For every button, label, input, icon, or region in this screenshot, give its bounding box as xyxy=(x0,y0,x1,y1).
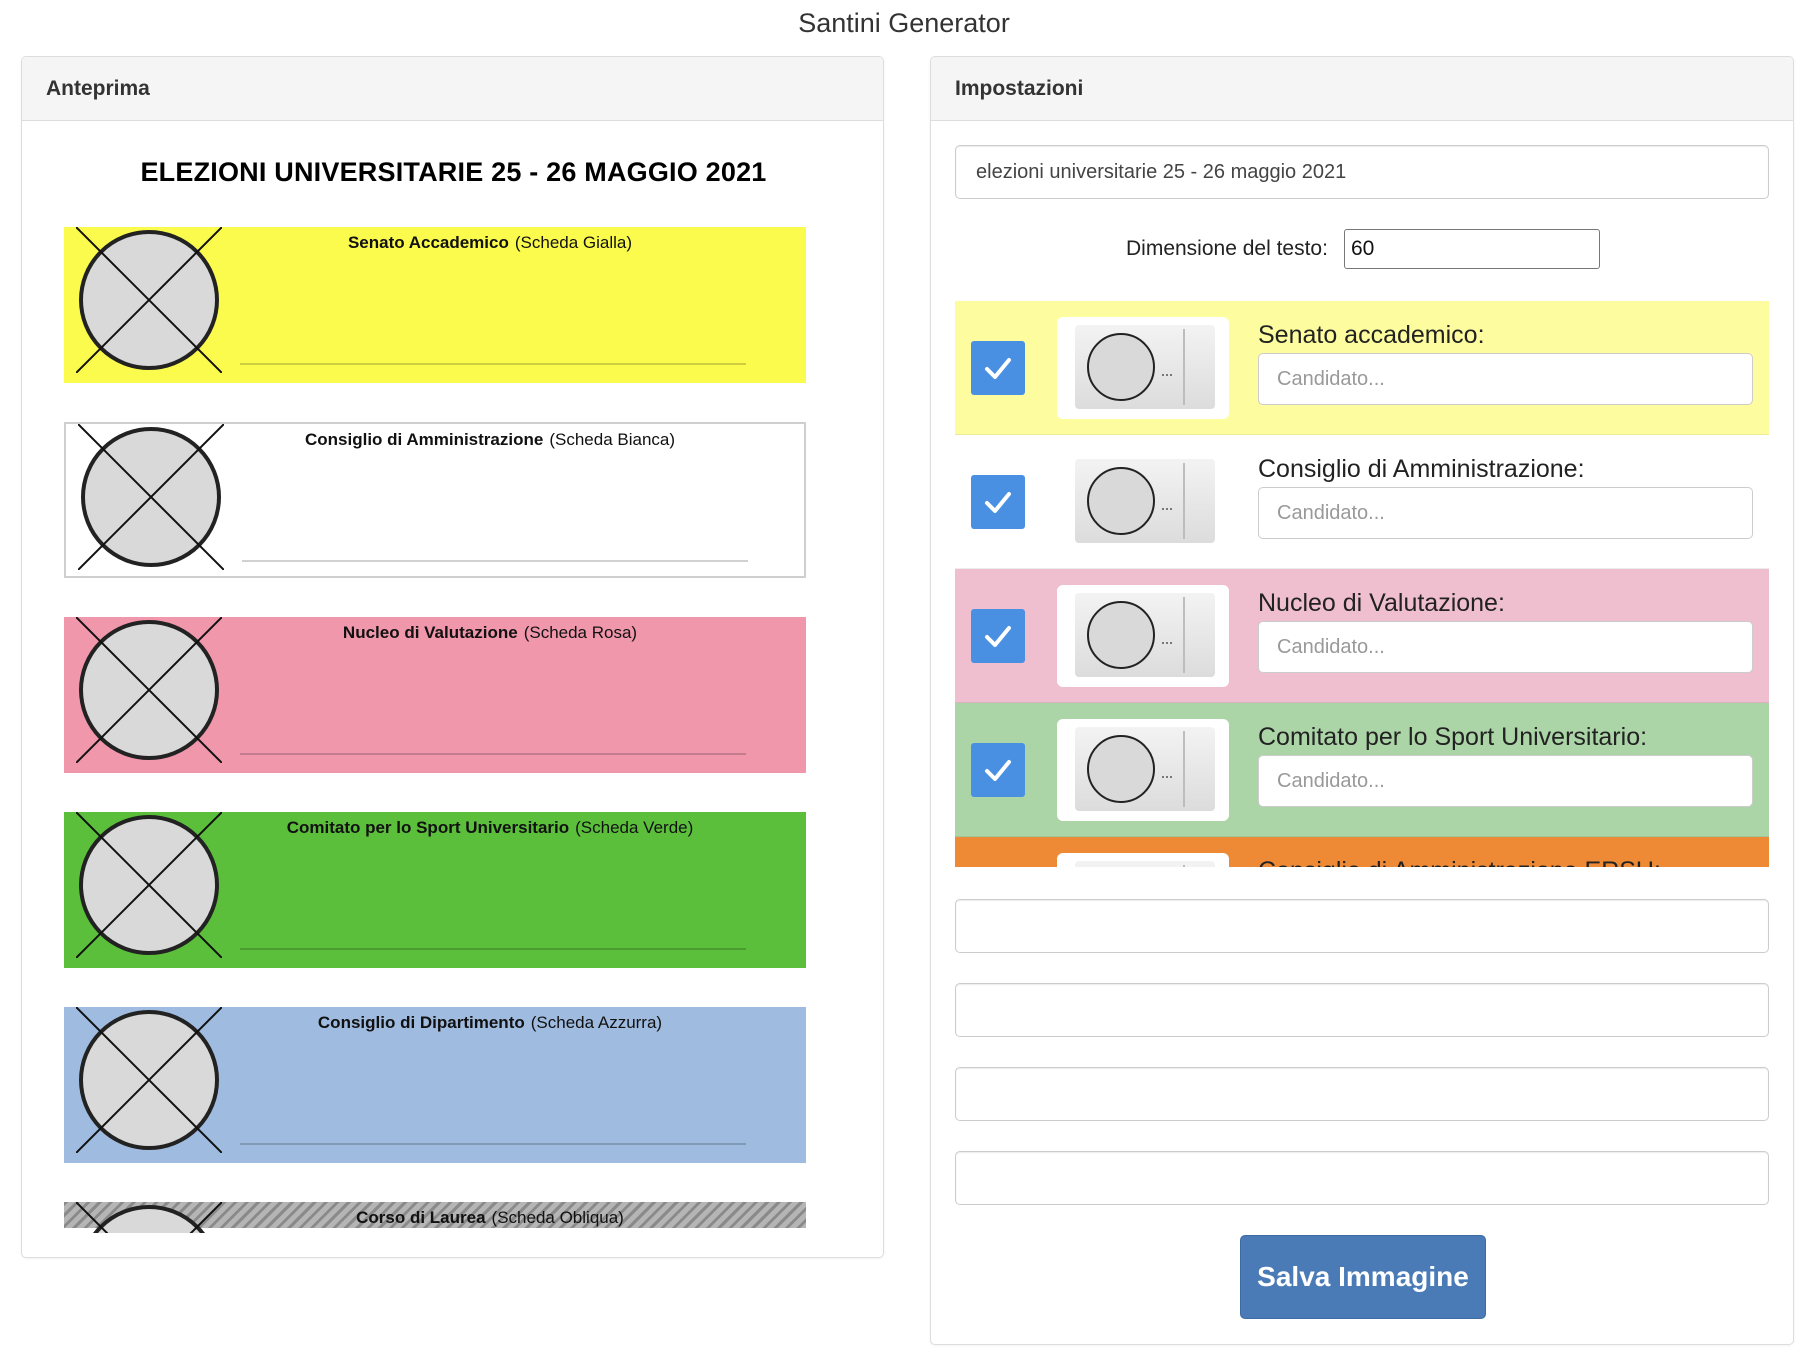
checkmark-icon xyxy=(985,358,1011,379)
preview-card-sheet: (Scheda Gialla) xyxy=(514,233,633,252)
text-size-label: Dimensione del testo: xyxy=(1126,237,1328,260)
candidate-input[interactable] xyxy=(1258,755,1753,807)
preview-card-sheet: (Scheda Obliqua) xyxy=(491,1208,624,1227)
preview-card-name: Consiglio di Amministrazione xyxy=(304,430,544,449)
ballot-checkbox[interactable] xyxy=(971,743,1025,797)
preview-card-sheet: (Scheda Verde) xyxy=(575,818,694,837)
text-size-row: Dimensione del testo: xyxy=(931,229,1793,269)
preview-card: Corso di Laurea (Scheda Obliqua) xyxy=(64,1202,806,1233)
settings-panel-heading: Impostazioni xyxy=(931,57,1793,121)
crossed-circle-thumbnail xyxy=(1087,467,1172,535)
extra-input[interactable] xyxy=(955,1067,1769,1121)
crossed-circle-thumbnail xyxy=(1087,601,1172,669)
ballot-label: Consiglio di Amministrazione ERSU: xyxy=(1258,857,1661,867)
ballot-thumbnail-strip xyxy=(1075,459,1215,543)
candidate-input[interactable] xyxy=(1258,621,1753,673)
candidate-input[interactable] xyxy=(1258,487,1753,539)
ballot-thumbnail xyxy=(1057,853,1229,867)
preview-card-title: Corso di Laurea (Scheda Obliqua) xyxy=(174,1208,806,1228)
preview-title: ELEZIONI UNIVERSITARIE 25 - 26 MAGGIO 20… xyxy=(140,157,767,187)
preview-card-name: Senato Accademico xyxy=(347,233,509,252)
preview-card-signature-line xyxy=(242,560,748,562)
settings-panel: Impostazioni Dimensione del testo: Senat… xyxy=(930,56,1794,1345)
checkmark-icon xyxy=(985,492,1011,513)
ballot-label: Consiglio di Amministrazione: xyxy=(1258,455,1585,483)
ballot-thumbnail xyxy=(1057,719,1229,821)
ballot-checkbox[interactable] xyxy=(971,341,1025,395)
ballot-setting-row: Nucleo di Valutazione: xyxy=(955,569,1769,703)
preview-card-sheet: (Scheda Rosa) xyxy=(523,623,638,642)
preview-card-sheet: (Scheda Azzurra) xyxy=(530,1013,663,1032)
preview-card-title: Comitato per lo Sport Universitario (Sche… xyxy=(174,818,806,838)
preview-card-name: Corso di Laurea xyxy=(356,1208,486,1227)
checkmark-icon xyxy=(985,626,1011,647)
extra-input[interactable] xyxy=(955,899,1769,953)
preview-card-list[interactable]: Senato Accademico (Scheda Gialla) Consigl… xyxy=(64,227,806,1233)
ballot-thumbnail-strip xyxy=(1075,861,1215,867)
ballot-setting-row: Consiglio di Amministrazione ERSU: xyxy=(955,837,1769,867)
preview-card-title: Consiglio di Dipartimento (Scheda Azzurra… xyxy=(174,1013,806,1033)
preview-card: Senato Accademico (Scheda Gialla) xyxy=(64,227,806,383)
crossed-circle-thumbnail xyxy=(1087,735,1172,803)
preview-card: Consiglio di Amministrazione (Scheda Bian… xyxy=(64,422,806,578)
preview-card-sheet: (Scheda Bianca) xyxy=(549,430,676,449)
ballot-thumbnail xyxy=(1057,451,1229,553)
ballot-label: Nucleo di Valutazione: xyxy=(1258,589,1505,617)
ballot-settings-list[interactable]: Senato accademico: Consiglio di Amminist… xyxy=(955,301,1769,867)
ballot-checkbox[interactable] xyxy=(971,475,1025,529)
ballot-setting-row: Consiglio di Amministrazione: xyxy=(955,435,1769,569)
extra-input[interactable] xyxy=(955,1151,1769,1205)
app-title: Santini Generator xyxy=(798,8,1010,38)
checkmark-icon xyxy=(985,760,1011,781)
preview-card-title: Consiglio di Amministrazione (Scheda Bian… xyxy=(176,430,804,450)
ballot-thumbnail-strip xyxy=(1075,325,1215,409)
ballot-thumbnail-strip xyxy=(1075,727,1215,811)
preview-card-name: Consiglio di Dipartimento xyxy=(317,1013,525,1032)
preview-card: Comitato per lo Sport Universitario (Sche… xyxy=(64,812,806,968)
preview-card-signature-line xyxy=(240,948,746,950)
preview-card-signature-line xyxy=(240,1143,746,1145)
preview-card-name: Comitato per lo Sport Universitario xyxy=(286,818,570,837)
ballot-thumbnail xyxy=(1057,585,1229,687)
candidate-input[interactable] xyxy=(1258,353,1753,405)
extra-input[interactable] xyxy=(955,983,1769,1037)
preview-card-title: Senato Accademico (Scheda Gialla) xyxy=(174,233,806,253)
preview-panel-heading: Anteprima xyxy=(22,57,883,121)
text-size-input[interactable] xyxy=(1344,229,1600,269)
ballot-label: Senato accademico: xyxy=(1258,321,1485,349)
preview-card-name: Nucleo di Valutazione xyxy=(342,623,518,642)
ballot-checkbox[interactable] xyxy=(971,609,1025,663)
ballot-label: Comitato per lo Sport Universitario: xyxy=(1258,723,1648,751)
preview-panel: Anteprima ELEZIONI UNIVERSITARIE 25 - 26… xyxy=(21,56,884,1258)
ballot-thumbnail xyxy=(1057,317,1229,419)
ballot-setting-row: Comitato per lo Sport Universitario: xyxy=(955,703,1769,837)
preview-card: Consiglio di Dipartimento (Scheda Azzurra… xyxy=(64,1007,806,1163)
election-title-input[interactable] xyxy=(955,145,1769,199)
save-image-button[interactable]: Salva Immagine xyxy=(1240,1235,1486,1319)
ballot-thumbnail-strip xyxy=(1075,593,1215,677)
preview-card: Nucleo di Valutazione (Scheda Rosa) xyxy=(64,617,806,773)
ballot-setting-row: Senato accademico: xyxy=(955,301,1769,435)
preview-card-signature-line xyxy=(240,753,746,755)
preview-card-title: Nucleo di Valutazione (Scheda Rosa) xyxy=(174,623,806,643)
crossed-circle-thumbnail xyxy=(1087,333,1172,401)
preview-card-signature-line xyxy=(240,363,746,365)
